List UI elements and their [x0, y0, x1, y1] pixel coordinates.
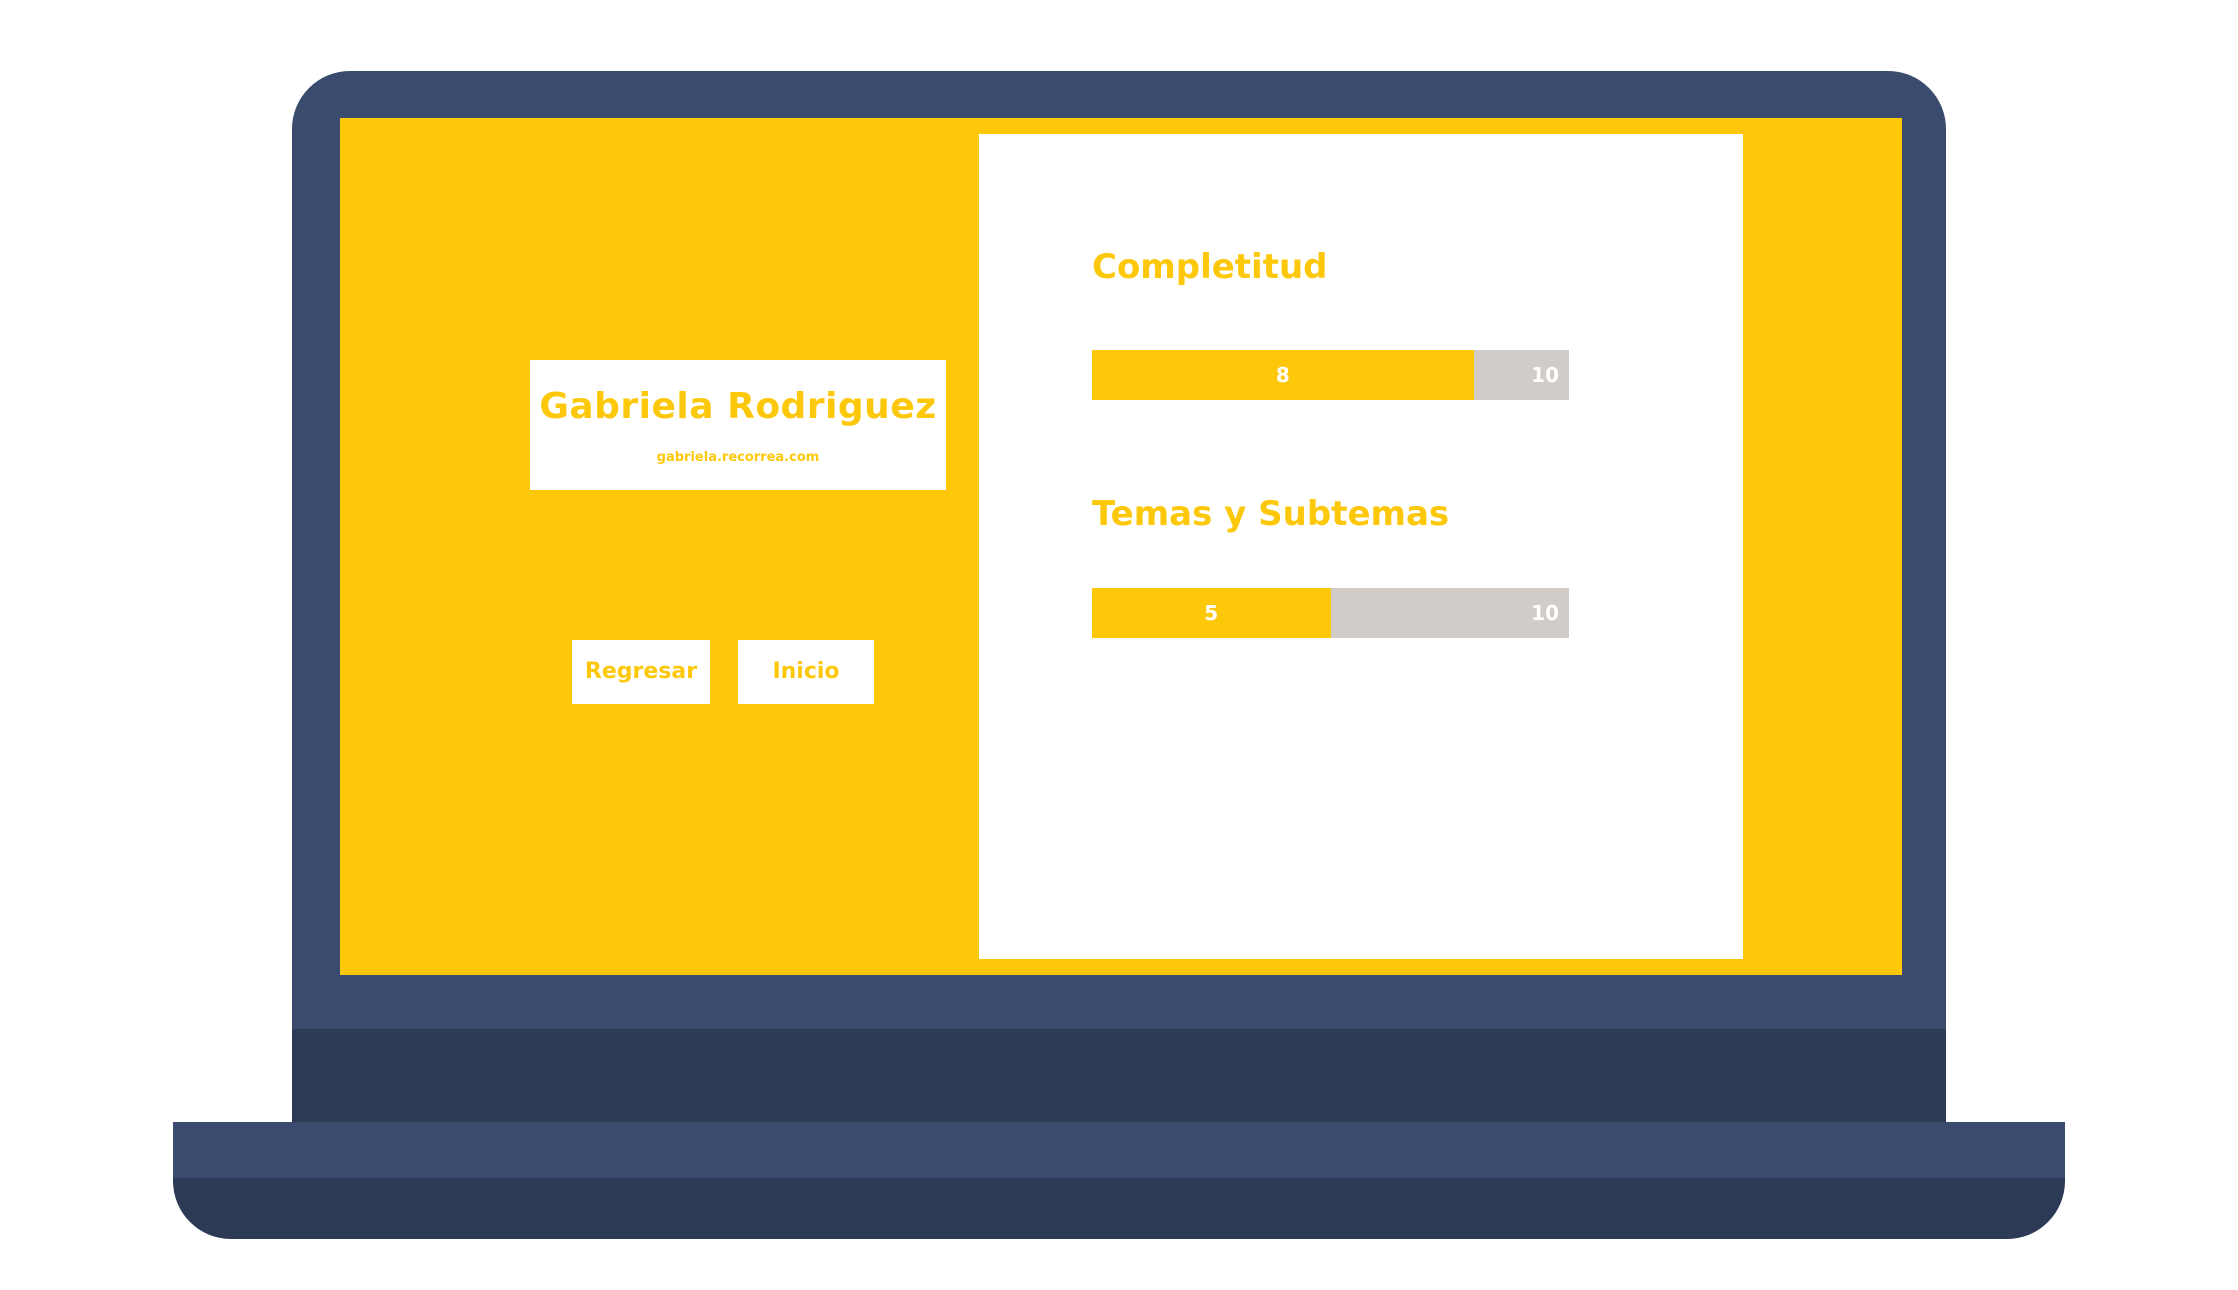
home-button[interactable]: Inicio — [738, 640, 874, 704]
completeness-title: Completitud — [1092, 247, 1328, 287]
completeness-bar: 8 10 — [1092, 350, 1569, 400]
topics-title: Temas y Subtemas — [1092, 494, 1450, 534]
profile-name: Gabriela Rodriguez — [539, 386, 937, 427]
progress-panel: Completitud 8 10 Temas y Subtemas 5 10 — [979, 134, 1743, 959]
laptop-screen: Gabriela Rodriguez gabriela.recorrea.com… — [340, 118, 1902, 975]
completeness-max: 10 — [1531, 363, 1559, 387]
completeness-value: 8 — [1275, 363, 1290, 387]
laptop-base-top — [173, 1122, 2065, 1179]
laptop-hinge — [292, 1029, 1946, 1123]
topics-bar: 5 10 — [1092, 588, 1569, 638]
profile-email: gabriela.recorrea.com — [656, 450, 820, 465]
laptop-base-bottom — [173, 1178, 2065, 1239]
laptop-illustration: Gabriela Rodriguez gabriela.recorrea.com… — [0, 0, 2238, 1290]
topics-value: 5 — [1204, 601, 1219, 625]
back-button[interactable]: Regresar — [572, 640, 710, 704]
profile-card: Gabriela Rodriguez gabriela.recorrea.com — [530, 360, 946, 490]
topics-max: 10 — [1531, 601, 1559, 625]
